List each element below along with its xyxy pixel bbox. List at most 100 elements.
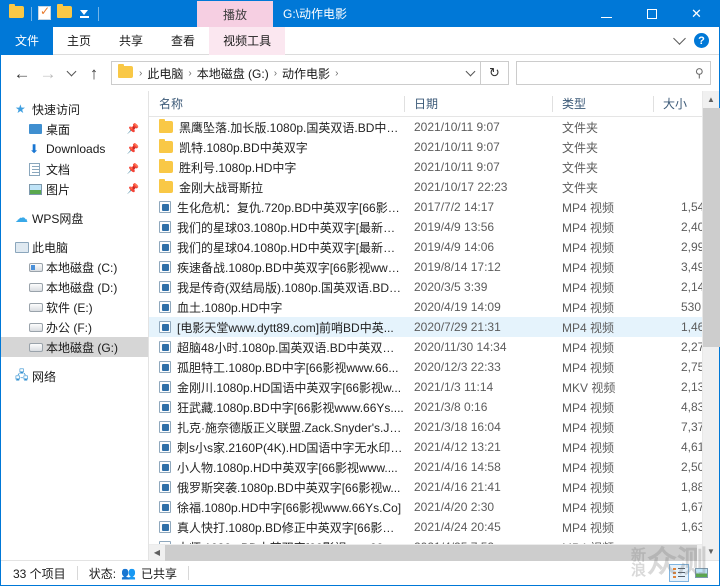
close-button[interactable]: ✕ [674,1,719,27]
contextual-tab-play[interactable]: 播放 [197,1,273,27]
search-input[interactable] [523,66,695,80]
sidebar-group-this-pc[interactable]: 此电脑 [1,237,148,257]
table-row[interactable]: 大师.1080p.BD中英双字[66影视.......662021/4/25 7… [149,537,719,544]
tab-share[interactable]: 共享 [105,27,157,55]
file-date-cell: 2021/4/16 14:58 [404,460,552,474]
table-row[interactable]: 徐福.1080p.HD中字[66影视www.66Ys.Co]2021/4/20 … [149,497,719,517]
vscroll-track[interactable] [703,108,720,543]
breadcrumb-item-1[interactable]: 本地磁盘 (G:) [194,65,272,82]
table-row[interactable]: 凯特.1080p.BD中英双字2021/10/11 9:07文件夹 [149,137,719,157]
table-row[interactable]: 真人快打.1080p.BD修正中英双字[66影视...2021/4/24 20:… [149,517,719,537]
table-row[interactable]: 金刚大战哥斯拉2021/10/17 22:23文件夹 [149,177,719,197]
maximize-button[interactable] [629,1,674,27]
back-button[interactable]: ← [9,58,35,88]
table-row[interactable]: 血土.1080p.HD中字2020/4/19 14:09MP4 视频530,6 [149,297,719,317]
table-row[interactable]: 胜利号.1080p.HD中字2021/10/11 9:07文件夹 [149,157,719,177]
tab-file[interactable]: 文件 [1,27,53,55]
pin-icon[interactable]: 📌 [127,184,139,195]
scroll-up-icon[interactable]: ▲ [703,91,720,108]
vertical-scrollbar[interactable]: ▲ ▼ [702,91,719,560]
tab-video-tools[interactable]: 视频工具 [209,27,285,55]
status-divider-2 [188,566,189,580]
up-button[interactable]: ↑ [81,58,107,88]
folder-icon[interactable] [9,6,25,22]
status-label: 状态: [89,565,116,582]
minimize-button[interactable] [584,1,629,27]
tab-view[interactable]: 查看 [157,27,209,55]
help-icon[interactable]: ? [694,33,709,48]
tab-home[interactable]: 主页 [53,27,105,55]
table-row[interactable]: 我们的星球03.1080p.HD中英双字[最新电...2019/4/9 13:5… [149,217,719,237]
table-row[interactable]: 疾速备战.1080p.BD中英双字[66影视www...2019/8/14 17… [149,257,719,277]
table-row[interactable]: 超脑48小时.1080p.国英双语.BD中英双字[...2020/11/30 1… [149,337,719,357]
hscroll-track[interactable] [165,545,719,561]
table-row[interactable]: 刺s小s家.2160P(4K).HD国语中字无水印[6...2021/4/12 … [149,437,719,457]
video-icon [159,261,171,273]
video-icon [159,421,171,433]
sidebar-group-quick-access[interactable]: ★ 快速访问 [1,99,148,119]
pin-icon[interactable]: 📌 [127,144,139,155]
folder-icon [159,121,173,133]
drive-icon [29,343,46,352]
table-row[interactable]: 俄罗斯突袭.1080p.BD中英双字[66影视w...2021/4/16 21:… [149,477,719,497]
file-name-text: 孤胆特工.1080p.BD中字[66影视www.66... [177,359,398,376]
view-details-button[interactable] [669,564,689,582]
file-name-text: 胜利号.1080p.HD中字 [179,159,296,176]
sidebar-item-desktop[interactable]: 桌面 📌 [1,119,148,139]
column-header-type[interactable]: 类型 [552,91,653,117]
sidebar-item-drive-f[interactable]: 办公 (F:) [1,317,148,337]
sidebar-item-wps-cloud[interactable]: ☁ WPS网盘 [1,208,148,228]
table-row[interactable]: [电影天堂www.dytt89.com]前哨BD中英...2020/7/29 2… [149,317,719,337]
pin-icon[interactable]: 📌 [127,164,139,175]
breadcrumb-sep-1: › [186,68,193,79]
vscroll-thumb[interactable] [703,108,720,347]
table-row[interactable]: 孤胆特工.1080p.BD中字[66影视www.66...2020/12/3 2… [149,357,719,377]
file-date-cell: 2021/10/11 9:07 [404,160,552,174]
video-icon [159,401,171,413]
search-box[interactable]: ⚲ [516,61,711,85]
sidebar-item-pictures[interactable]: 图片 📌 [1,179,148,199]
pin-icon[interactable]: 📌 [127,124,139,135]
file-date-cell: 2021/4/24 20:45 [404,520,552,534]
breadcrumb-item-0[interactable]: 此电脑 [144,65,186,82]
properties-icon[interactable] [38,6,54,22]
table-row[interactable]: 我们的星球04.1080p.HD中英双字[最新电...2019/4/9 14:0… [149,237,719,257]
table-row[interactable]: 我是传奇(双结局版).1080p.国英双语.BD特...2020/3/5 3:3… [149,277,719,297]
sidebar-item-documents[interactable]: 文档 📌 [1,159,148,179]
file-explorer-window: 播放 G:\动作电影 ✕ 文件 主页 共享 查看 视频工具 ? ← → ↑ › … [0,0,720,586]
table-row[interactable]: 小人物.1080p.HD中英双字[66影视www....2021/4/16 14… [149,457,719,477]
view-thumbnails-button[interactable] [691,564,711,582]
horizontal-scrollbar[interactable]: ◀ [149,544,719,560]
sidebar-item-drive-e[interactable]: 软件 (E:) [1,297,148,317]
sidebar-item-network[interactable]: 🖧 网络 [1,366,148,386]
video-icon [159,281,171,293]
hscroll-thumb[interactable] [165,545,697,561]
scroll-down-icon[interactable]: ▼ [703,543,720,560]
table-row[interactable]: 扎克·施奈德版正义联盟.Zack.Snyder's.Jus...2021/3/1… [149,417,719,437]
sidebar-item-drive-d[interactable]: 本地磁盘 (D:) [1,277,148,297]
sidebar-item-downloads[interactable]: ⬇ Downloads 📌 [1,139,148,159]
column-header-date[interactable]: 日期 [404,91,552,117]
search-icon[interactable]: ⚲ [695,66,704,80]
new-folder-icon[interactable] [57,6,73,22]
table-row[interactable]: 生化危机：复仇.720p.BD中英双字[66影视...2017/7/2 14:1… [149,197,719,217]
table-row[interactable]: 金刚川.1080p.HD国语中英双字[66影视w...2021/1/3 11:1… [149,377,719,397]
breadcrumb[interactable]: › 此电脑 › 本地磁盘 (G:) › 动作电影 › [111,61,481,85]
table-row[interactable]: 黑鹰坠落.加长版.1080p.国英双语.BD中英...2021/10/11 9:… [149,117,719,137]
scroll-left-icon[interactable]: ◀ [149,545,165,561]
file-type-cell: MP4 视频 [552,259,653,276]
file-name-cell: 血土.1080p.HD中字 [149,299,404,316]
sidebar-item-drive-g[interactable]: 本地磁盘 (G:) [1,337,148,357]
sidebar-item-drive-c[interactable]: 本地磁盘 (C:) [1,257,148,277]
breadcrumb-dropdown-icon[interactable] [459,71,474,75]
forward-button[interactable]: → [35,58,61,88]
breadcrumb-item-2[interactable]: 动作电影 [279,65,333,82]
customize-dropdown-icon[interactable] [76,10,92,18]
file-name-cell: 黑鹰坠落.加长版.1080p.国英双语.BD中英... [149,119,404,136]
file-date-cell: 2020/4/19 14:09 [404,300,552,314]
column-header-name[interactable]: 名称 [149,91,404,117]
expand-ribbon-icon[interactable] [673,32,686,45]
refresh-button[interactable]: ↻ [481,61,509,85]
table-row[interactable]: 狂武藏.1080p.BD中字[66影视www.66Ys....2021/3/8 … [149,397,719,417]
recent-locations-button[interactable] [61,58,81,88]
